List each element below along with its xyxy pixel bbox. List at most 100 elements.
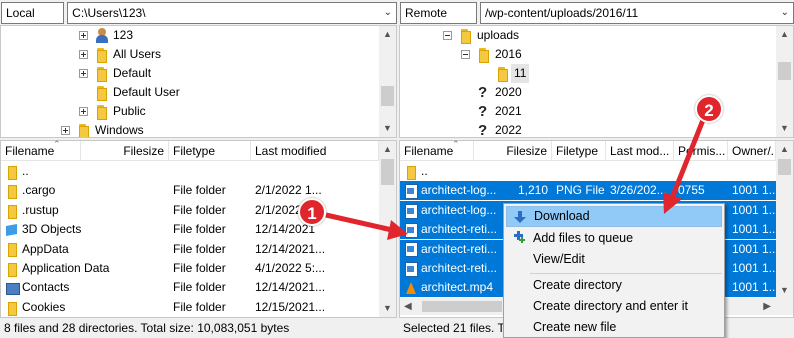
folder-icon (5, 184, 19, 200)
filename-cell: 3D Objects (22, 222, 82, 237)
column-owner-group[interactable]: Owner/... (728, 141, 776, 161)
permissions-cell (674, 162, 728, 181)
column-filetype[interactable]: Filetype (552, 141, 606, 161)
column-filesize[interactable]: Filesize (81, 141, 169, 161)
chevron-down-icon[interactable]: ⌄ (781, 3, 789, 23)
menu-item-download[interactable]: Download (506, 206, 722, 227)
column-filename[interactable]: Filename (400, 141, 474, 161)
remote-file-list-scrollbar[interactable]: ▲ ▼ (776, 141, 793, 299)
download-arrow-icon (513, 210, 527, 224)
remote-directory-tree: uploads 2016 11 ? 2020 ? 2021 ? 2022 ▲ ▼ (399, 25, 794, 138)
expand-icon[interactable] (61, 126, 70, 135)
table-row[interactable]: .cargo File folder 2/1/2022 1... (1, 181, 379, 200)
table-row[interactable]: AppData File folder 12/14/2021... (1, 240, 379, 259)
column-filename[interactable]: Filename (1, 141, 81, 161)
column-permissions[interactable]: Permis... (674, 141, 728, 161)
local-tree-scrollbar[interactable]: ▲ ▼ (379, 26, 396, 137)
collapse-icon[interactable] (461, 50, 470, 59)
menu-item-label: View/Edit (533, 252, 585, 266)
scroll-left-icon[interactable]: ◀ (404, 298, 412, 315)
menu-item-create-new-file[interactable]: Create new file (506, 317, 722, 338)
menu-item-add-files-to-queue[interactable]: Add files to queue (506, 228, 722, 249)
scroll-up-icon[interactable]: ▲ (776, 26, 793, 43)
table-row[interactable]: Cookies File folder 12/15/2021... (1, 298, 379, 317)
menu-item-label: Add files to queue (533, 231, 634, 245)
table-row[interactable]: architect-log... 1,210 PNG File 3/26/202...… (400, 181, 776, 201)
remote-site-path-combo[interactable]: /wp-content/uploads/2016/11 ⌄ (479, 2, 794, 24)
menu-item-view-edit[interactable]: View/Edit (506, 249, 722, 270)
local-file-list-scrollbar[interactable]: ▲ ▼ (379, 141, 396, 317)
table-row[interactable]: 3D Objects File folder 12/14/2021 (1, 220, 379, 239)
menu-item-label: Create directory and enter it (533, 299, 688, 313)
scroll-down-icon[interactable]: ▼ (776, 120, 793, 137)
local-site-path-combo[interactable]: C:\Users\123\ ⌄ (67, 2, 397, 24)
scroll-thumb[interactable] (381, 86, 394, 106)
scroll-down-icon[interactable]: ▼ (379, 120, 396, 137)
table-row[interactable]: Application Data File folder 4/1/2022 5:..… (1, 259, 379, 278)
tree-label: Default (113, 66, 152, 80)
tree-label: Default User (113, 85, 180, 99)
filetype-cell: File folder (173, 261, 226, 275)
folder-icon (495, 67, 508, 82)
column-last-modified[interactable]: Last modified (251, 141, 379, 161)
filetype-cell: File folder (173, 299, 226, 314)
filesize-cell (81, 259, 169, 278)
table-row[interactable]: .. (400, 162, 776, 181)
expand-icon[interactable] (79, 31, 88, 40)
collapse-icon[interactable] (443, 31, 452, 40)
tree-label: 2016 (495, 47, 522, 61)
folder-icon (76, 124, 89, 137)
scroll-down-icon[interactable]: ▼ (776, 282, 793, 299)
table-row[interactable]: Contacts File folder 12/14/2021... (1, 278, 379, 297)
folder-icon (458, 29, 471, 44)
menu-item-create-directory[interactable]: Create directory (506, 275, 722, 296)
menu-item-label: Download (534, 209, 590, 223)
filename-cell: Cookies (22, 299, 66, 314)
tree-label: Public (113, 104, 146, 118)
filesize-cell (81, 181, 169, 200)
filename-cell: architect-reti... (421, 241, 498, 256)
png-file-icon (404, 184, 418, 200)
modified-cell (251, 162, 379, 181)
chevron-down-icon[interactable]: ⌄ (384, 3, 392, 23)
tree-label: 2021 (495, 104, 522, 118)
scroll-thumb[interactable] (422, 301, 502, 312)
scroll-up-icon[interactable]: ▲ (776, 141, 793, 158)
scroll-thumb[interactable] (778, 62, 791, 80)
filename-cell: .rustup (22, 202, 59, 217)
column-filetype[interactable]: Filetype (169, 141, 251, 161)
owner-cell: 1001 1... (732, 261, 776, 275)
folder-icon (404, 165, 418, 180)
expand-icon[interactable] (79, 107, 88, 116)
expand-icon[interactable] (79, 69, 88, 78)
local-site-label: Local site: (1, 2, 65, 40)
remote-tree-scrollbar[interactable]: ▲ ▼ (776, 26, 793, 137)
scroll-up-icon[interactable]: ▲ (379, 26, 396, 43)
modified-cell (606, 162, 674, 181)
scroll-down-icon[interactable]: ▼ (379, 300, 396, 317)
unknown-folder-icon: ? (478, 122, 488, 138)
scroll-up-icon[interactable]: ▲ (379, 141, 396, 158)
owner-cell: 1001 1... (732, 202, 776, 217)
unknown-folder-icon: ? (478, 84, 488, 101)
menu-separator (530, 273, 722, 274)
png-file-icon (404, 261, 418, 277)
filesize-cell (81, 298, 169, 317)
local-file-list: Filename Filesize Filetype Last modified… (0, 139, 397, 318)
tree-label: uploads (477, 28, 520, 42)
tree-label: All Users (113, 47, 162, 61)
menu-item-label: Create new file (533, 320, 617, 334)
scroll-thumb[interactable] (778, 159, 791, 175)
folder-icon (94, 48, 107, 63)
menu-item-create-directory-and-enter[interactable]: Create directory and enter it (506, 296, 722, 317)
table-row[interactable]: .. (1, 162, 379, 181)
expand-icon[interactable] (79, 50, 88, 59)
contacts-icon (5, 281, 20, 296)
filesize-cell (81, 220, 169, 239)
column-last-modified[interactable]: Last mod... (606, 141, 674, 161)
scroll-thumb[interactable] (381, 159, 394, 185)
column-filesize[interactable]: Filesize (474, 141, 552, 161)
owner-cell: 1001 1... (732, 241, 776, 256)
png-file-icon (404, 223, 418, 239)
scroll-right-icon[interactable]: ▶ (763, 298, 771, 315)
